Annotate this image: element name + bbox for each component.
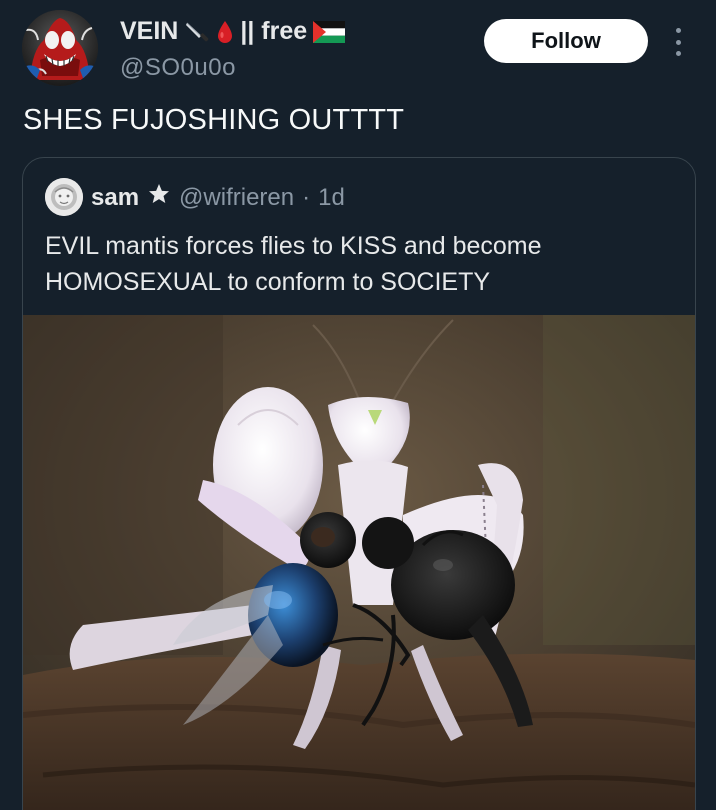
more-vertical-icon[interactable] [672,28,684,56]
quote-timestamp[interactable]: 1d [318,184,345,212]
palestine-flag-icon [313,20,346,43]
star-icon [147,182,171,213]
author-display-name[interactable]: VEIN || free [120,17,346,46]
quote-author-name[interactable]: sam [91,184,139,212]
quote-separator: · [302,183,311,211]
knife-icon [184,19,210,45]
author-name-text: VEIN [120,17,179,45]
quote-author-handle[interactable]: @wifrieren [179,184,294,212]
tweet-page: VEIN || free @SO0u0o Follow SHES FUJOSHI… [0,0,716,810]
quote-text: EVIL mantis forces flies to KISS and bec… [45,232,542,296]
quote-header: sam @wifrieren · 1d [91,182,345,213]
dot [675,51,681,56]
author-name-suffix: || free [240,17,308,45]
quote-tweet-card[interactable]: sam @wifrieren · 1d EVIL mantis forces f… [22,157,696,810]
dot [675,28,681,33]
quote-avatar[interactable] [45,178,83,216]
dot [675,39,681,45]
author-handle[interactable]: @SO0u0o [120,54,236,82]
tweet-text: SHES FUJOSHING OUTTTT [23,104,405,136]
carnage-avatar-icon [22,10,98,86]
mantis-with-flies-photo [23,315,695,810]
quote-avatar-image-icon [45,178,83,216]
quote-media-image[interactable] [23,315,695,810]
follow-button[interactable]: Follow [484,19,648,63]
blood-drop-icon [216,19,234,45]
author-avatar[interactable] [22,10,98,86]
